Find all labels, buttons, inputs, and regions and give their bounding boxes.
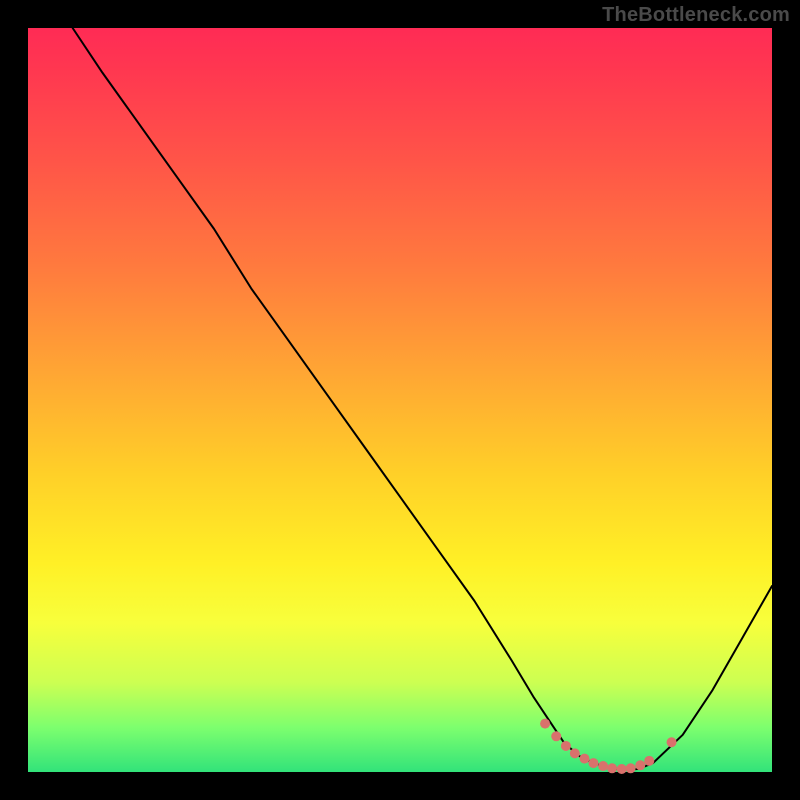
- marker-dot: [598, 761, 608, 771]
- marker-dot: [580, 754, 590, 764]
- marker-layer: [540, 719, 676, 774]
- marker-dot: [626, 763, 636, 773]
- chart-frame: TheBottleneck.com: [0, 0, 800, 800]
- marker-dot: [540, 719, 550, 729]
- marker-dot: [617, 764, 627, 774]
- series-curve: [73, 28, 772, 770]
- curve-layer: [73, 28, 772, 770]
- plot-area: [28, 28, 772, 772]
- marker-dot: [588, 758, 598, 768]
- marker-dot: [561, 741, 571, 751]
- marker-dot: [644, 756, 654, 766]
- watermark-text: TheBottleneck.com: [602, 4, 790, 27]
- marker-dot: [635, 760, 645, 770]
- marker-dot: [607, 763, 617, 773]
- marker-dot: [570, 748, 580, 758]
- chart-svg: [28, 28, 772, 772]
- marker-dot: [667, 737, 677, 747]
- marker-dot: [551, 731, 561, 741]
